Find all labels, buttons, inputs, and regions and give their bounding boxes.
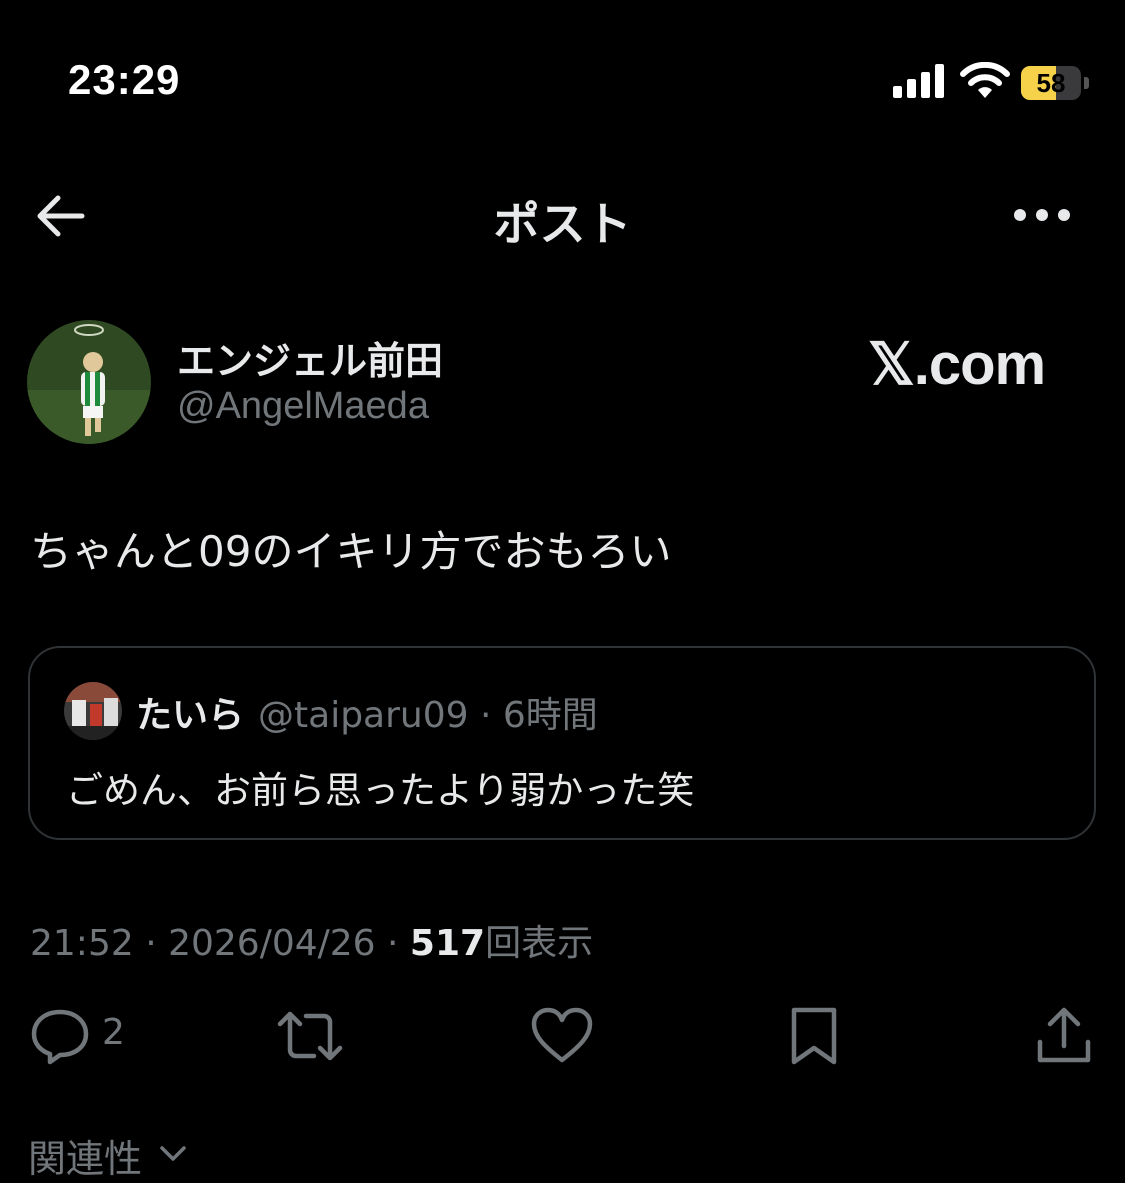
chevron-down-icon[interactable] (158, 1140, 188, 1166)
related-sort-label[interactable]: 関連性 (28, 1128, 142, 1183)
repost-icon[interactable] (276, 1004, 344, 1068)
post-metadata: 21:52 · 2026/04/26 · 517回表示 (30, 914, 593, 966)
avatar[interactable] (27, 320, 151, 444)
post-text: ちゃんと09のイキリ方でおもろい (30, 527, 672, 576)
quoted-author-meta: @taiparu09 · 6時間 (258, 695, 598, 736)
view-count-label: 回表示 (485, 923, 594, 964)
reply-count: 2 (102, 1012, 125, 1053)
author-handle[interactable]: @AngelMaeda (177, 385, 429, 428)
like-icon[interactable] (530, 1004, 594, 1068)
battery-indicator: 58 (1021, 66, 1089, 100)
reply-icon[interactable] (28, 1004, 92, 1068)
bookmark-icon[interactable] (786, 1004, 842, 1068)
author-name[interactable]: エンジェル前田 (177, 330, 443, 385)
page-title: ポスト (493, 197, 632, 251)
quoted-author-avatar[interactable] (64, 682, 122, 740)
share-icon[interactable] (1034, 1004, 1094, 1068)
quoted-post-text: ごめん、お前ら思ったより弱かった笑 (66, 769, 695, 812)
wifi-icon (960, 62, 1010, 98)
cellular-signal-icon (893, 64, 944, 98)
x-com-watermark: 𝕏.com (868, 332, 1046, 397)
post-timestamp: 21:52 · 2026/04/26 · (30, 923, 410, 964)
quoted-author-name[interactable]: たいら (136, 695, 244, 736)
more-horizontal-icon[interactable] (1010, 200, 1074, 230)
battery-percent: 58 (1036, 68, 1066, 98)
status-time: 23:29 (68, 56, 181, 103)
quoted-post-header: たいら @taiparu09 · 6時間 (136, 686, 598, 738)
view-count: 517 (409, 923, 486, 964)
